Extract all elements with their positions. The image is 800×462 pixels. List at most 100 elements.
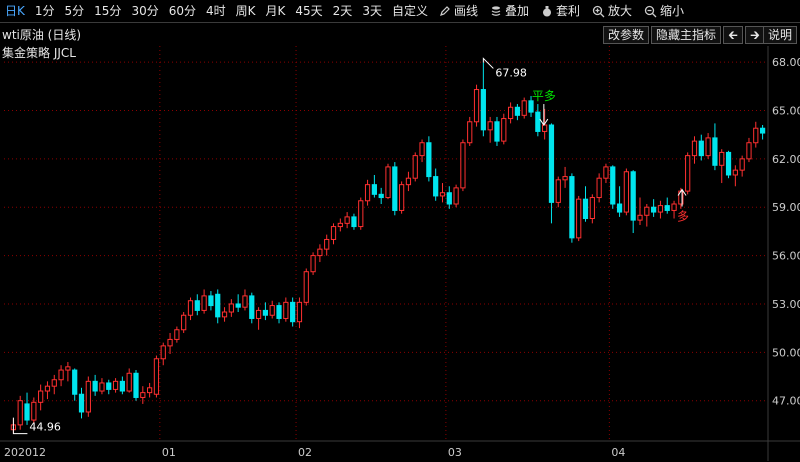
candle-body xyxy=(419,142,425,157)
candle-body xyxy=(228,303,234,313)
candle-body xyxy=(51,379,57,387)
candle-body xyxy=(596,177,602,199)
candle-body xyxy=(371,184,377,195)
candle-body xyxy=(542,124,548,132)
candle-body xyxy=(276,305,282,319)
candle-body xyxy=(548,124,555,203)
candle-body xyxy=(112,380,119,390)
x-tick-label: 03 xyxy=(448,446,462,459)
candle-body xyxy=(296,301,303,323)
candle-body xyxy=(644,206,650,216)
enter-long-signal-label: 多 xyxy=(677,210,689,224)
candle-body xyxy=(201,295,207,311)
candle-body xyxy=(317,248,323,257)
candle-body xyxy=(433,176,439,197)
candle-body xyxy=(269,305,275,316)
candle-body xyxy=(194,300,200,311)
candle-body xyxy=(446,192,452,205)
candle-body xyxy=(399,184,405,211)
candle-body xyxy=(473,89,480,123)
candle-body xyxy=(453,187,459,205)
candle-body xyxy=(732,169,738,176)
candle-body xyxy=(719,151,725,166)
candle-body xyxy=(630,171,636,221)
candle-body xyxy=(705,137,711,157)
candle-body xyxy=(249,295,255,319)
exit-long-signal-label: 平多 xyxy=(532,89,556,103)
candle-body xyxy=(310,255,316,273)
high-marker-line xyxy=(482,57,494,69)
candle-body xyxy=(412,155,418,179)
candle-body xyxy=(467,121,473,144)
candle-body xyxy=(31,401,37,421)
candle-body xyxy=(535,111,541,132)
candle-body xyxy=(174,329,180,340)
candle-body xyxy=(187,300,194,316)
candle-body xyxy=(58,369,64,381)
candle-body xyxy=(460,142,466,189)
candle-body xyxy=(657,205,664,213)
candle-body xyxy=(283,301,289,319)
candle-body xyxy=(691,140,698,157)
y-tick-label: 68.00 xyxy=(772,56,800,69)
candle-body xyxy=(623,171,629,213)
y-tick-label: 62.00 xyxy=(772,153,800,166)
y-tick-label: 47.00 xyxy=(772,395,800,408)
candle-body xyxy=(65,366,71,371)
candle-body xyxy=(426,142,432,178)
candle-body xyxy=(133,372,139,398)
x-tick-label: 202012 xyxy=(4,446,46,459)
candle-body xyxy=(494,121,500,142)
candle-body xyxy=(99,382,105,392)
y-tick-label: 56.00 xyxy=(772,250,800,263)
low-price-label: 44.96 xyxy=(29,421,60,434)
candle-body xyxy=(119,380,125,392)
candle-body xyxy=(385,166,391,199)
candle-body xyxy=(126,372,132,392)
y-tick-label: 50.00 xyxy=(772,346,800,359)
candle-body xyxy=(303,271,309,303)
candlestick-chart[interactable]: 68.00 65.00 62.00 59.00 56.00 53.00 50.00 47.00… xyxy=(0,0,800,462)
y-tick-label: 53.00 xyxy=(772,298,800,311)
candle-body xyxy=(746,142,752,160)
candle-body xyxy=(759,127,766,134)
candle-body xyxy=(753,127,759,144)
candle-body xyxy=(38,390,44,403)
candle-body xyxy=(487,121,493,131)
candle-body xyxy=(439,192,446,197)
candle-body xyxy=(685,155,691,192)
candle-body xyxy=(72,369,78,395)
candle-body xyxy=(712,137,718,166)
candle-body xyxy=(610,166,616,205)
candle-body xyxy=(235,303,241,308)
candle-body xyxy=(344,216,350,224)
candle-body xyxy=(480,89,486,131)
candle-body xyxy=(262,309,269,316)
candle-body xyxy=(153,358,160,395)
candle-body xyxy=(330,226,337,240)
candle-body xyxy=(651,206,657,213)
candle-body xyxy=(405,177,412,186)
candle-body xyxy=(698,140,704,157)
candle-body xyxy=(215,293,221,318)
candle-body xyxy=(351,216,357,228)
candle-body xyxy=(106,382,112,390)
y-tick-label: 65.00 xyxy=(772,104,800,117)
candle-body xyxy=(725,151,732,176)
candle-body xyxy=(167,338,173,347)
x-tick-label: 04 xyxy=(611,446,625,459)
candle-body xyxy=(208,295,214,307)
candle-body xyxy=(290,301,296,323)
candle-body xyxy=(24,403,30,421)
x-tick-label: 01 xyxy=(162,446,176,459)
candle-body xyxy=(160,345,166,360)
candle-body xyxy=(85,380,91,413)
candle-body xyxy=(739,158,745,171)
high-price-label: 67.98 xyxy=(495,66,526,79)
candle-body xyxy=(242,295,248,308)
candle-body xyxy=(616,203,623,213)
candle-body xyxy=(637,214,643,221)
candle-body xyxy=(255,309,262,319)
candle-body xyxy=(569,176,575,239)
candle-body xyxy=(501,118,507,142)
